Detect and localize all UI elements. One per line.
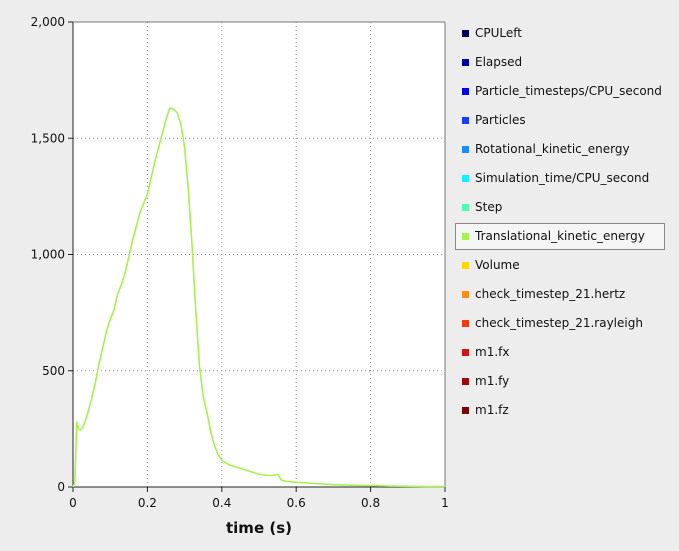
legend-swatch — [462, 407, 469, 414]
legend-item[interactable]: m1.fy — [455, 368, 665, 395]
x-tick-label: 0 — [69, 496, 77, 510]
legend-label: check_timestep_21.hertz — [475, 287, 626, 301]
legend-item[interactable]: Particle_timesteps/CPU_second — [455, 78, 665, 105]
legend-item[interactable]: m1.fz — [455, 397, 665, 424]
legend-label: Rotational_kinetic_energy — [475, 142, 630, 156]
x-tick-label: 1 — [441, 496, 449, 510]
legend-swatch — [462, 59, 469, 66]
legend-swatch — [462, 117, 469, 124]
x-tick-label: 0.4 — [212, 496, 231, 510]
legend-item[interactable]: check_timestep_21.rayleigh — [455, 310, 665, 337]
y-tick-label: 0 — [57, 480, 65, 494]
legend-swatch — [462, 88, 469, 95]
x-axis-title: time (s) — [226, 519, 292, 537]
legend-item[interactable]: Rotational_kinetic_energy — [455, 136, 665, 163]
legend-label: Particles — [475, 113, 526, 127]
legend-label: Step — [475, 200, 503, 214]
legend-item[interactable]: Step — [455, 194, 665, 221]
legend-swatch — [462, 378, 469, 385]
legend-swatch — [462, 204, 469, 211]
legend-swatch — [462, 291, 469, 298]
y-tick-label: 2,000 — [31, 15, 65, 29]
legend-item[interactable]: Translational_kinetic_energy — [455, 223, 665, 250]
y-tick-label: 1,500 — [31, 131, 65, 145]
legend-label: m1.fz — [475, 403, 509, 417]
legend-label: Volume — [475, 258, 520, 272]
legend-item[interactable]: CPULeft — [455, 20, 665, 47]
legend-label: check_timestep_21.rayleigh — [475, 316, 643, 330]
legend-swatch — [462, 175, 469, 182]
legend-swatch — [462, 233, 469, 240]
legend-label: m1.fy — [475, 374, 510, 388]
legend-label: Particle_timesteps/CPU_second — [475, 84, 662, 98]
legend-swatch — [462, 30, 469, 37]
legend-item[interactable]: Volume — [455, 252, 665, 279]
legend-label: m1.fx — [475, 345, 510, 359]
y-tick-label: 500 — [42, 364, 65, 378]
legend-item[interactable]: Particles — [455, 107, 665, 134]
legend-item[interactable]: check_timestep_21.hertz — [455, 281, 665, 308]
legend-swatch — [462, 349, 469, 356]
x-tick-label: 0.8 — [361, 496, 380, 510]
legend-swatch — [462, 320, 469, 327]
y-tick-label: 1,000 — [31, 248, 65, 262]
legend-swatch — [462, 262, 469, 269]
legend-item[interactable]: Elapsed — [455, 49, 665, 76]
x-tick-label: 0.2 — [138, 496, 157, 510]
legend-item[interactable]: Simulation_time/CPU_second — [455, 165, 665, 192]
legend-label: Simulation_time/CPU_second — [475, 171, 650, 185]
legend-label: Translational_kinetic_energy — [475, 229, 645, 243]
legend-label: CPULeft — [475, 26, 522, 40]
legend-swatch — [462, 146, 469, 153]
legend-label: Elapsed — [475, 55, 523, 69]
x-tick-label: 0.6 — [287, 496, 306, 510]
legend: CPULeft Elapsed Particle_timesteps/CPU_sec… — [455, 20, 665, 426]
legend-item[interactable]: m1.fx — [455, 339, 665, 366]
